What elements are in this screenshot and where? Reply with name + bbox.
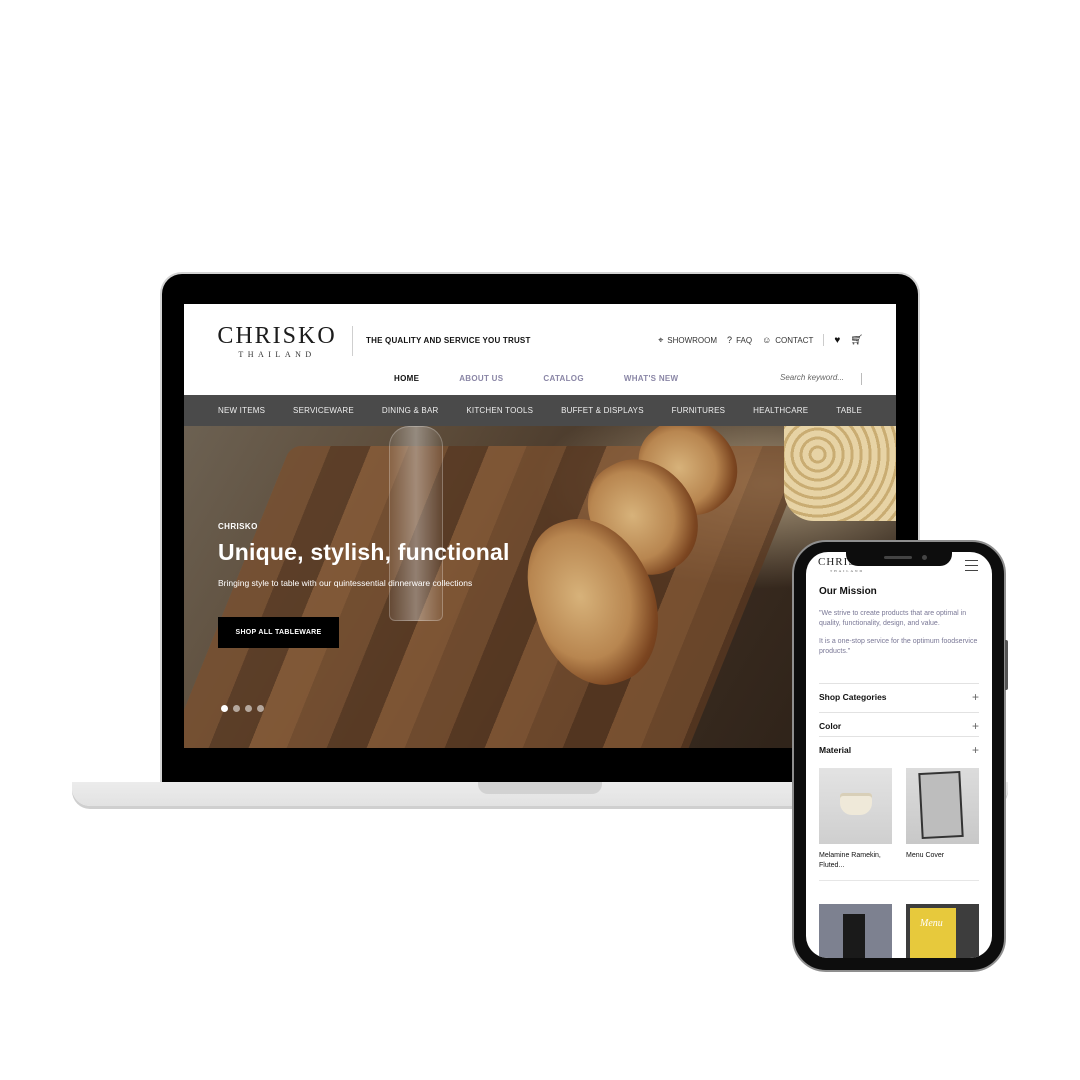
mission-paragraph-1: "We strive to create products that are o… xyxy=(819,610,967,627)
hero-bread-basket xyxy=(784,426,896,521)
hero-text: CHRISKO Unique, stylish, functional Brin… xyxy=(218,522,510,588)
carousel-dot[interactable] xyxy=(221,705,228,712)
carousel-dot[interactable] xyxy=(233,705,240,712)
carousel-dot[interactable] xyxy=(245,705,252,712)
carousel-dots xyxy=(221,705,264,712)
plus-icon: + xyxy=(971,718,979,733)
accordion-label: Color xyxy=(819,720,842,731)
showroom-link[interactable]: ⌖ SHOWROOM xyxy=(658,335,717,346)
product-name[interactable]: Menu Cover xyxy=(906,851,976,861)
logo-divider xyxy=(352,326,353,356)
hero-banner: CHRISKO Unique, stylish, functional Brin… xyxy=(184,426,896,748)
hero-title: Unique, stylish, functional xyxy=(218,539,510,565)
brand-logo[interactable]: CHRISKO THAILAND xyxy=(217,324,337,359)
plus-icon: + xyxy=(971,689,979,704)
product-divider xyxy=(819,880,979,881)
accordion-label: Shop Categories xyxy=(819,691,887,702)
contact-link[interactable]: ☺ CONTACT xyxy=(762,335,813,345)
category-table[interactable]: TABLE xyxy=(836,406,862,415)
hero-subtitle: Bringing style to table with our quintes… xyxy=(218,578,473,588)
product-image-ramekin[interactable] xyxy=(819,768,892,844)
phone-screen: CHRISKO THAILAND Our Mission "We strive … xyxy=(806,552,992,958)
menu-card-shape xyxy=(843,914,865,958)
phone-side-button xyxy=(1005,640,1008,690)
heart-icon[interactable]: ♥ xyxy=(834,335,840,346)
menu-cover-shape xyxy=(918,770,964,840)
category-kitchen-tools[interactable]: KITCHEN TOOLS xyxy=(466,406,533,415)
ramekin-shape xyxy=(840,793,872,815)
category-furnitures[interactable]: FURNITURES xyxy=(672,406,726,415)
laptop-hinge-notch xyxy=(478,782,602,794)
product-image[interactable]: Menu xyxy=(906,904,979,958)
nav-catalog[interactable]: CATALOG xyxy=(543,374,583,383)
product-image[interactable] xyxy=(819,904,892,958)
contact-label: CONTACT xyxy=(775,335,814,345)
laptop-screen: CHRISKO THAILAND THE QUALITY AND SERVICE… xyxy=(184,304,896,748)
accordion-label: Material xyxy=(819,744,852,755)
mobile-logo-sub: THAILAND xyxy=(830,569,865,573)
accordion-shop-categories[interactable]: Shop Categories + xyxy=(819,683,979,709)
category-healthcare[interactable]: HEALTHCARE xyxy=(753,406,808,415)
nav-whats-new[interactable]: WHAT'S NEW xyxy=(624,374,679,383)
plus-icon: + xyxy=(971,742,979,757)
category-new-items[interactable]: NEW ITEMS xyxy=(218,406,265,415)
faq-link[interactable]: ? FAQ xyxy=(727,335,752,345)
brand-name: CHRISKO xyxy=(217,323,337,349)
site-header: CHRISKO THAILAND THE QUALITY AND SERVICE… xyxy=(184,304,896,395)
accordion-material[interactable]: Material + xyxy=(819,736,979,762)
mission-paragraph-2: It is a one-stop service for the optimum… xyxy=(819,638,978,655)
user-icon: ☺ xyxy=(762,335,772,345)
nav-home[interactable]: HOME xyxy=(394,374,419,383)
faq-label: FAQ xyxy=(736,335,753,345)
category-bar: NEW ITEMS SERVICEWARE DINING & BAR KITCH… xyxy=(184,395,896,426)
util-separator xyxy=(823,334,825,346)
showroom-label: SHOWROOM xyxy=(667,335,718,345)
brand-sub: THAILAND xyxy=(238,350,316,359)
tagline: THE QUALITY AND SERVICE YOU TRUST xyxy=(366,336,531,345)
mission-quote: "We strive to create products that are o… xyxy=(819,609,981,657)
utility-nav: ⌖ SHOWROOM ? FAQ ☺ CONTACT ♥ 🛒︎ xyxy=(658,334,863,346)
hero-eyebrow: CHRISKO xyxy=(218,522,258,531)
carousel-dot[interactable] xyxy=(257,705,264,712)
shop-all-tableware-button[interactable]: SHOP ALL TABLEWARE xyxy=(218,617,339,648)
accordion-color[interactable]: Color + xyxy=(819,712,979,738)
search-input[interactable]: Search keyword... xyxy=(780,373,862,385)
category-buffet-displays[interactable]: BUFFET & DISPLAYS xyxy=(561,406,644,415)
category-dining-bar[interactable]: DINING & BAR xyxy=(382,406,439,415)
product-name[interactable]: Melamine Ramekin, Fluted... xyxy=(819,851,889,871)
nav-about-us[interactable]: ABOUT US xyxy=(459,374,503,383)
product-image-menu-cover[interactable] xyxy=(906,768,979,844)
phone-speaker xyxy=(884,556,912,559)
main-nav: HOME ABOUT US CATALOG WHAT'S NEW xyxy=(394,374,678,383)
mission-title: Our Mission xyxy=(819,586,877,597)
location-pin-icon: ⌖ xyxy=(658,334,664,345)
question-icon: ? xyxy=(727,335,733,345)
phone-camera xyxy=(922,555,927,560)
category-serviceware[interactable]: SERVICEWARE xyxy=(293,406,354,415)
hamburger-menu-icon[interactable] xyxy=(965,560,978,575)
menu-book-shape: Menu xyxy=(910,908,956,958)
cart-icon[interactable]: 🛒︎ xyxy=(850,335,863,346)
